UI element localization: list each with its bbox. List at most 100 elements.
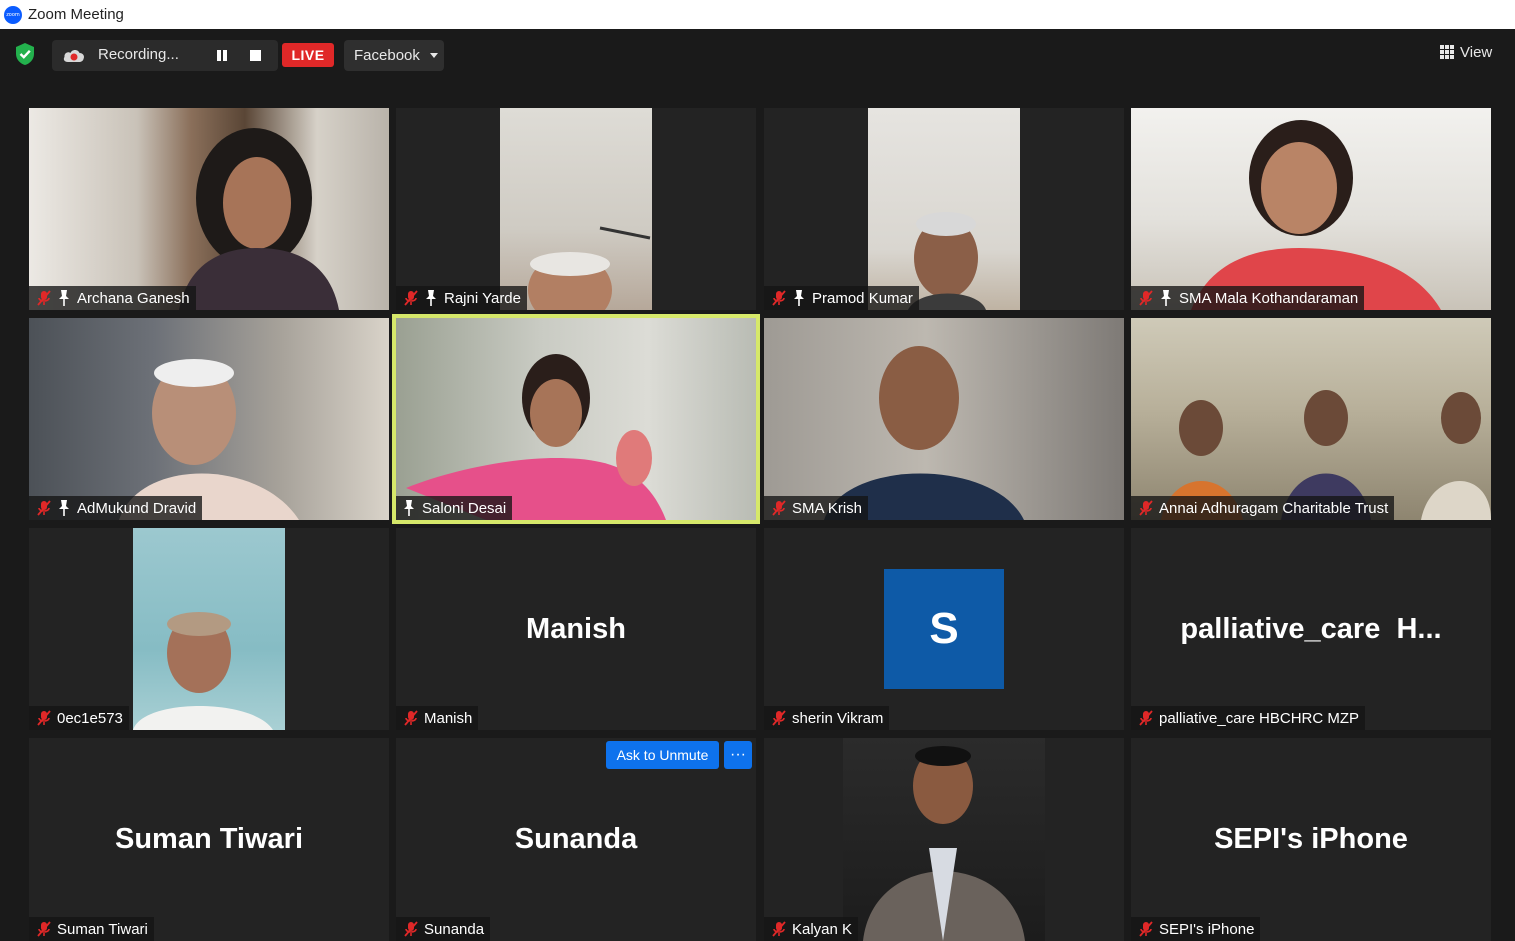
security-shield-icon[interactable]	[14, 42, 36, 66]
more-options-button[interactable]: ···	[724, 741, 752, 769]
participant-tile[interactable]: Archana Ganesh	[29, 108, 389, 310]
participant-tile[interactable]: AdMukund Dravid	[29, 318, 389, 520]
participant-display-name: palliative_care H...	[1180, 612, 1442, 645]
participant-name: Manish	[424, 709, 473, 727]
participant-name-tag: AdMukund Dravid	[29, 496, 203, 520]
participant-video	[1131, 108, 1491, 310]
person-silhouette	[824, 346, 1024, 520]
participant-tile[interactable]: Pramod Kumar	[764, 108, 1124, 310]
participant-tile[interactable]: Manish Manish	[396, 528, 756, 730]
participant-video	[396, 318, 756, 520]
mic-muted-icon	[404, 710, 418, 726]
participant-video	[764, 318, 1124, 520]
participant-name: sherin Vikram	[792, 709, 884, 727]
mic-muted-icon	[1139, 290, 1153, 306]
participant-name-tag: Manish	[396, 706, 479, 730]
live-stream-target-dropdown[interactable]: Facebook	[344, 40, 444, 71]
ask-to-unmute-button[interactable]: Ask to Unmute	[606, 741, 719, 769]
participant-name: SEPI's iPhone	[1159, 920, 1255, 938]
participant-tile[interactable]: Kalyan K	[764, 738, 1124, 941]
live-badge: LIVE	[282, 43, 334, 67]
participant-name-tag: sherin Vikram	[764, 706, 890, 730]
participant-name-tag: SEPI's iPhone	[1131, 917, 1261, 941]
participant-tile[interactable]: Suman Tiwari Suman Tiwari	[29, 738, 389, 941]
window-title: Zoom Meeting	[28, 6, 124, 23]
participant-name: Saloni Desai	[422, 499, 507, 517]
participant-name-tag: Pramod Kumar	[764, 286, 919, 310]
person-silhouette	[133, 612, 273, 730]
participant-name: Kalyan K	[792, 920, 853, 938]
participant-tile[interactable]: Sunanda Ask to Unmute ··· Sunanda	[396, 738, 756, 941]
participant-tile[interactable]: SMA Krish	[764, 318, 1124, 520]
pause-recording-button[interactable]	[215, 49, 229, 63]
pin-icon	[404, 500, 414, 516]
participant-name: AdMukund Dravid	[77, 499, 197, 517]
pin-icon	[794, 290, 804, 306]
recording-controls: Recording...	[52, 40, 278, 71]
recording-status-label: Recording...	[98, 46, 179, 63]
person-silhouette	[528, 226, 651, 310]
participant-name-tag: SMA Krish	[764, 496, 869, 520]
view-button[interactable]: View	[1440, 37, 1510, 67]
cloud-recording-icon	[63, 50, 85, 62]
stop-recording-button[interactable]	[250, 50, 261, 61]
participant-name: Archana Ganesh	[77, 289, 190, 307]
participant-tile[interactable]: palliative_care H... palliative_care HBC…	[1131, 528, 1491, 730]
mic-muted-icon	[37, 290, 51, 306]
mic-muted-icon	[772, 710, 786, 726]
mic-muted-icon	[772, 921, 786, 937]
participant-tile[interactable]: 0ec1e573	[29, 528, 389, 730]
grid-view-icon	[1440, 45, 1454, 59]
person-silhouette	[908, 212, 986, 310]
participant-tile-active-speaker[interactable]: Saloni Desai	[392, 314, 760, 524]
participant-video	[868, 108, 1020, 310]
participant-display-name: SEPI's iPhone	[1214, 823, 1408, 855]
participant-name-tag: Archana Ganesh	[29, 286, 196, 310]
participant-name-tag: Suman Tiwari	[29, 917, 154, 941]
pin-icon	[1161, 290, 1171, 306]
mic-muted-icon	[772, 500, 786, 516]
mic-muted-icon	[1139, 500, 1153, 516]
view-label: View	[1460, 43, 1493, 61]
stream-target-label: Facebook	[354, 47, 420, 64]
participant-name: Rajni Yarde	[444, 289, 521, 307]
meeting-top-toolbar: Recording... LIVE Facebook View	[0, 29, 1515, 79]
pin-icon	[59, 290, 69, 306]
participant-video	[29, 318, 389, 520]
person-silhouette	[1191, 120, 1441, 310]
group-silhouette	[1161, 390, 1491, 520]
participant-tile[interactable]: S sherin Vikram	[764, 528, 1124, 730]
participant-name-tag: palliative_care HBCHRC MZP	[1131, 706, 1366, 730]
mic-muted-icon	[1139, 921, 1153, 937]
mic-muted-icon	[37, 710, 51, 726]
chevron-down-icon	[429, 53, 438, 58]
mic-muted-icon	[404, 921, 418, 937]
zoom-logo-icon: zoom	[4, 5, 22, 24]
window-title-bar: zoom Zoom Meeting	[0, 0, 1515, 29]
mic-muted-icon	[404, 290, 418, 306]
participant-name-tag: Rajni Yarde	[396, 286, 527, 310]
participant-name-tag: Sunanda	[396, 917, 491, 941]
pin-icon	[426, 290, 436, 306]
participant-name-tag: SMA Mala Kothandaraman	[1131, 286, 1365, 310]
person-silhouette	[179, 128, 339, 310]
pin-icon	[59, 500, 69, 516]
participant-video	[843, 738, 1045, 941]
participant-tile[interactable]: SEPI's iPhone SEPI's iPhone	[1131, 738, 1491, 941]
participant-display-name: Manish	[526, 612, 626, 645]
participant-name: 0ec1e573	[57, 709, 123, 727]
mic-muted-icon	[37, 500, 51, 516]
participant-video	[500, 108, 652, 310]
person-silhouette	[119, 359, 299, 520]
participant-name: SMA Mala Kothandaraman	[1179, 289, 1359, 307]
participant-name-tag: 0ec1e573	[29, 706, 129, 730]
participant-video	[1131, 318, 1491, 520]
participant-tile[interactable]: Annai Adhuragam Charitable Trust	[1131, 318, 1491, 520]
participant-tile[interactable]: SMA Mala Kothandaraman	[1131, 108, 1491, 310]
participant-tile[interactable]: Rajni Yarde	[396, 108, 756, 310]
participant-name: Pramod Kumar	[812, 289, 913, 307]
participant-name: Suman Tiwari	[57, 920, 148, 938]
participant-name: SMA Krish	[792, 499, 863, 517]
participant-display-name: Suman Tiwari	[114, 823, 304, 855]
zoom-logo-text: zoom	[6, 11, 20, 18]
